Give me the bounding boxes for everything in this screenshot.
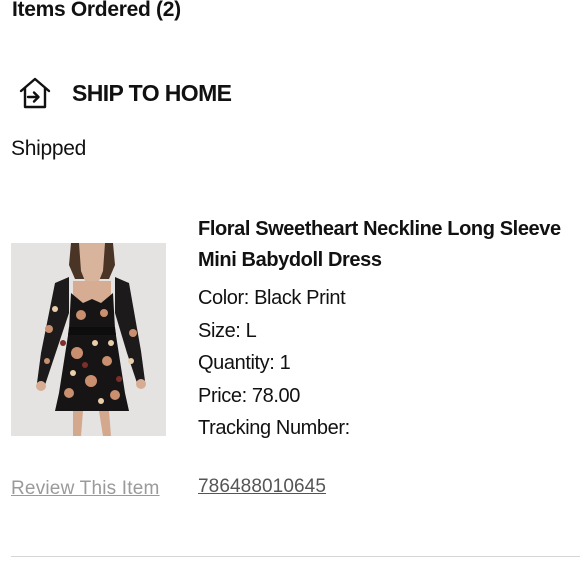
ship-to-home-header: SHIP TO HOME bbox=[18, 76, 232, 110]
item-details: Floral Sweetheart Neckline Long Sleeve M… bbox=[198, 214, 578, 445]
product-image[interactable] bbox=[11, 243, 166, 436]
color-line: Color: Black Print bbox=[198, 287, 346, 309]
review-this-item-link[interactable]: Review This Item bbox=[11, 478, 160, 500]
dress-photo bbox=[11, 243, 166, 436]
ship-to-home-label: SHIP TO HOME bbox=[72, 79, 232, 106]
tracking-number-label: Tracking Number: bbox=[198, 417, 350, 439]
items-ordered-heading: Items Ordered (2) bbox=[12, 0, 181, 21]
product-name[interactable]: Floral Sweetheart Neckline Long Sleeve M… bbox=[198, 214, 578, 276]
shipping-status: Shipped bbox=[11, 137, 86, 160]
tracking-number-link[interactable]: 786488010645 bbox=[198, 476, 326, 498]
price-line: Price: 78.00 bbox=[198, 384, 300, 407]
divider bbox=[11, 556, 580, 557]
quantity-line: Quantity: 1 bbox=[198, 352, 291, 374]
ship-to-home-icon bbox=[19, 77, 51, 109]
size-line: Size: L bbox=[198, 319, 257, 342]
